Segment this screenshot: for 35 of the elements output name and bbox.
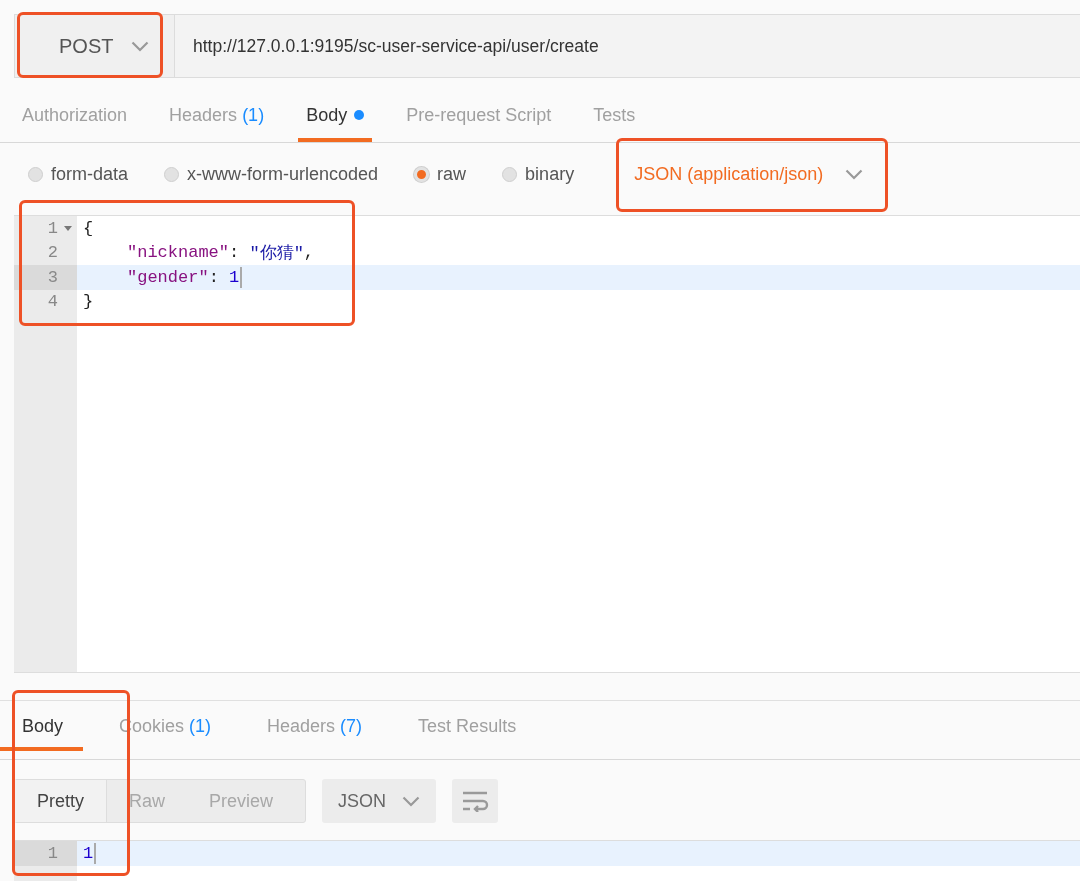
code-line: { <box>82 218 94 238</box>
radio-button[interactable] <box>164 166 180 182</box>
tab[interactable]: Tests <box>585 92 644 142</box>
line-number: 4 <box>46 291 59 314</box>
line-number: 3 <box>14 265 77 290</box>
body-format-dropdown[interactable]: JSON (application/json) <box>620 152 878 196</box>
chevron-down-icon <box>845 168 864 180</box>
code-line: } <box>82 292 94 312</box>
radio-button[interactable] <box>414 166 430 182</box>
tab[interactable]: Body <box>0 701 84 751</box>
code-editor[interactable]: 1 2 3 4 { "nickname": "你猜", "gender": 1 } <box>14 215 1080 673</box>
chevron-down-icon <box>402 795 420 807</box>
code-line: "nickname": "你猜", <box>126 242 315 265</box>
line-number: 2 <box>46 242 59 265</box>
line-number: 1 <box>14 216 77 241</box>
wrap-button[interactable] <box>452 779 498 823</box>
radio-button[interactable] <box>28 166 43 182</box>
view-mode-button[interactable]: Pretty <box>15 780 107 822</box>
radio-option[interactable]: form-data <box>28 163 129 185</box>
code-line: 1 <box>77 842 97 864</box>
radio-button[interactable] <box>502 166 518 182</box>
fold-arrow-icon[interactable] <box>64 226 72 232</box>
tab[interactable]: Authorization <box>14 92 136 142</box>
format-dropdown[interactable]: JSON <box>322 779 436 823</box>
tab[interactable]: Headers (1) <box>161 92 273 142</box>
radio-option[interactable]: raw <box>414 163 467 185</box>
wrap-icon <box>461 790 489 812</box>
line-number: 1 <box>14 841 77 866</box>
tab[interactable]: Test Results <box>410 701 525 751</box>
tab[interactable]: Pre-request Script <box>398 92 560 142</box>
radio-option[interactable]: x-www-form-urlencoded <box>164 163 379 185</box>
code-line: "gender": 1 <box>77 266 243 288</box>
radio-option[interactable]: binary <box>502 163 575 185</box>
tab[interactable]: Headers (7) <box>259 701 371 751</box>
tab[interactable]: Body <box>298 92 373 142</box>
